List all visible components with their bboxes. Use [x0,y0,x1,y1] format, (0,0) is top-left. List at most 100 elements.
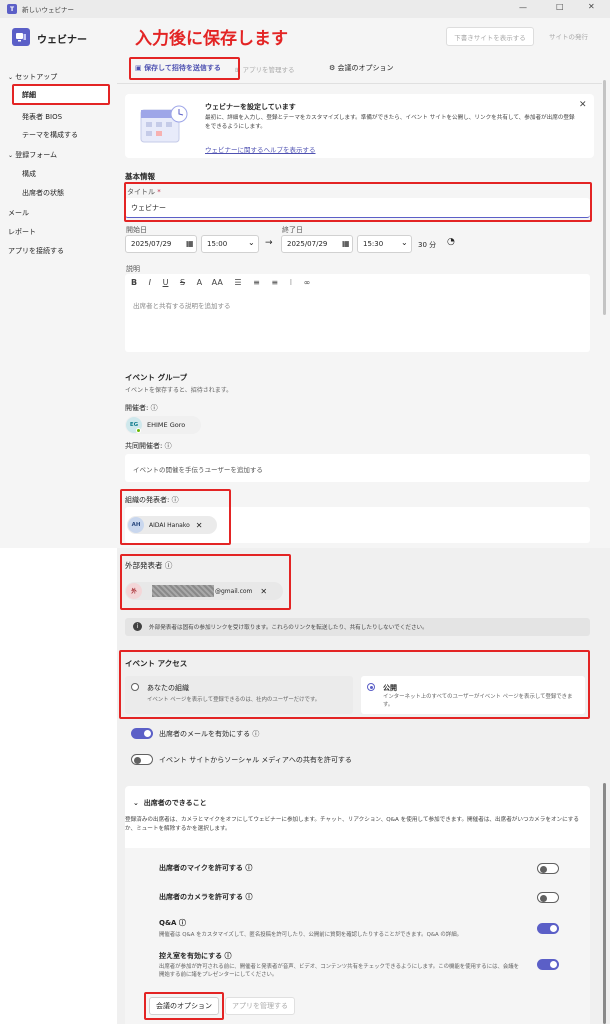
sidebar-item-label: 登録フォーム [15,151,58,159]
presence-available-icon [136,428,141,433]
sidebar-item-configure[interactable]: 構成 [22,169,36,179]
banner-title: ウェビナーを設定しています [205,103,296,111]
info-icon: ⓘ [252,730,260,738]
coorganizer-label: 共同開催者: ⓘ [125,442,172,450]
start-label: 開始日 [126,226,147,234]
window-title: 新しいウェビナー [22,6,74,14]
numbered-list-icon[interactable]: ⁝ [290,278,293,287]
gear-icon: ⚙ [329,64,336,72]
highlight-save-send [129,57,240,80]
highlight-org-presenters [120,489,231,545]
footer-manage-apps-button[interactable]: アプリを管理する [225,997,295,1015]
mic-label: 出席者のマイクを許可する ⓘ [159,864,253,872]
info-icon: ⓘ [224,952,232,960]
chevron-down-icon: ⌄ [133,799,139,807]
start-date-input[interactable]: 2025/07/29 ▦ [125,235,197,253]
duration: 30 分 [418,241,437,249]
minimize-button[interactable]: — [519,3,527,12]
view-draft-site-button[interactable]: 下書きサイトを表示する [446,27,534,46]
meeting-options-button[interactable]: ⚙ 会議のオプション [329,63,394,73]
sidebar-item-registration[interactable]: ⌄ 登録フォーム [8,150,57,160]
info-filled-icon: i [133,622,142,631]
lobby-toggle[interactable] [537,959,559,970]
calendar-icon: ▦ [186,239,194,248]
qa-desc: 開催者は Q&A をカスタマイズして、匿名投稿を許可したり、公開前に質問を確認し… [159,932,462,938]
start-time-select[interactable]: 15:00 ⌄ [201,235,259,253]
capabilities-desc: 登録済みの出席者は、カメラとマイクをオフにしてウェビナーに参加します。チャット、… [125,817,579,832]
annotation-title: 入力後に保存します [135,29,288,49]
camera-toggle[interactable] [537,892,559,903]
coorganizer-placeholder: イベントの開催を手伝うユーザーを追加する [133,466,263,474]
sidebar-item-email[interactable]: メール [8,208,29,218]
left-gap [0,548,117,1024]
start-date-value: 2025/07/29 [131,240,172,248]
close-window-button[interactable]: ✕ [588,2,595,11]
capabilities-settings: 出席者のマイクを許可する ⓘ 出席者のカメラを許可する ⓘ Q&A ⓘ 開催者は… [125,848,590,1024]
publish-site-button[interactable]: サイトの発行 [549,31,588,41]
highlight-external-presenters [120,554,291,610]
external-notice: i 外部発表者は固有の参加リンクを受け取ります。これらのリンクを転送したり、共有… [125,618,590,636]
calendar-icon: ▦ [342,239,350,248]
scrollbar-thumb-bottom[interactable] [603,783,606,1024]
font-button[interactable]: AA [212,278,223,287]
link-icon[interactable]: ∞ [304,278,311,287]
webinar-app-icon [12,28,30,46]
highlight-title [124,182,592,222]
attendee-email-toggle[interactable] [131,728,153,739]
organizer-name: EHIME Goro [147,421,186,429]
qa-toggle[interactable] [537,923,559,934]
window-title-bar: T 新しいウェビナー — □ ✕ [0,0,610,18]
strikethrough-button[interactable]: S [180,278,185,287]
underline-button[interactable]: U [163,278,169,287]
chevron-down-icon: ⌄ [248,238,255,247]
chevron-down-icon: ⌄ [8,74,14,81]
maximize-button[interactable]: □ [556,2,564,11]
sidebar-item-report[interactable]: レポート [8,227,36,237]
description-placeholder: 出席者と共有する説明を追加する [133,302,231,310]
sidebar-item-setup[interactable]: ⌄ セットアップ [8,72,57,82]
info-icon: ⓘ [245,864,253,872]
indent-decrease-icon[interactable]: ≡ [253,278,260,287]
sidebar-item-presenter-bios[interactable]: 発表者 BIOS [22,112,62,122]
coorganizer-input[interactable]: イベントの開催を手伝うユーザーを追加する [125,454,590,482]
indent-increase-icon[interactable]: ≡ [271,278,278,287]
banner-help-link[interactable]: ウェビナーに関するヘルプを表示する [205,144,316,154]
info-icon: ⓘ [245,893,253,901]
sidebar: ⌄ セットアップ 詳細 発表者 BIOS テーマを構成する ⌄ 登録フォーム 構… [0,62,115,548]
calendar-illustration-icon [140,105,188,143]
event-group-heading: イベント グループ [125,373,188,382]
end-time-value: 15:30 [363,240,384,248]
sidebar-item-connect-apps[interactable]: アプリを接続する [8,246,64,256]
start-time-value: 15:00 [207,240,228,248]
bullet-list-icon[interactable]: ☰ [234,278,241,287]
capabilities-heading: 出席者のできること [143,799,207,807]
arrow-right-icon: → [265,238,273,248]
manage-apps-button[interactable]: ⊞ アプリを管理する [235,64,295,74]
social-share-label: イベント サイトからソーシャル メディアへの共有を許可する [159,756,352,764]
description-editor[interactable]: B I U S A AA ☰ ≡ ≡ ⁝ ∞ 出席者と共有する説明を追加する [125,274,590,352]
end-date-input[interactable]: 2025/07/29 ▦ [281,235,353,253]
manage-apps-label: アプリを管理する [242,66,295,74]
highlight-footer-meeting-options [144,992,224,1020]
capabilities-header[interactable]: ⌄ 出席者のできること [133,798,207,808]
scrollbar-thumb[interactable] [603,80,606,315]
basic-info-heading: 基本情報 [125,172,155,181]
social-share-toggle[interactable] [131,754,153,765]
end-label: 終了日 [282,226,303,234]
end-time-select[interactable]: 15:30 ⌄ [357,235,412,253]
lobby-label: 控え室を有効にする ⓘ [159,952,232,960]
info-icon: ⓘ [164,442,172,450]
font-size-button[interactable]: A [197,278,202,287]
bold-button[interactable]: B [131,278,137,287]
end-date-value: 2025/07/29 [287,240,328,248]
italic-button[interactable]: I [149,278,151,287]
close-banner-icon[interactable]: ✕ [579,100,587,110]
timezone-icon[interactable]: ◔ [447,237,455,247]
highlight-event-access [119,650,590,719]
description-label: 説明 [126,265,140,273]
sidebar-item-attendee-status[interactable]: 出席者の状態 [22,188,64,198]
mic-toggle[interactable] [537,863,559,874]
sidebar-item-theme[interactable]: テーマを構成する [22,130,78,140]
attendee-email-label: 出席者のメールを有効にする ⓘ [159,730,260,738]
external-notice-text: 外部発表者は固有の参加リンクを受け取ります。これらのリンクを転送したり、共有した… [149,625,428,631]
